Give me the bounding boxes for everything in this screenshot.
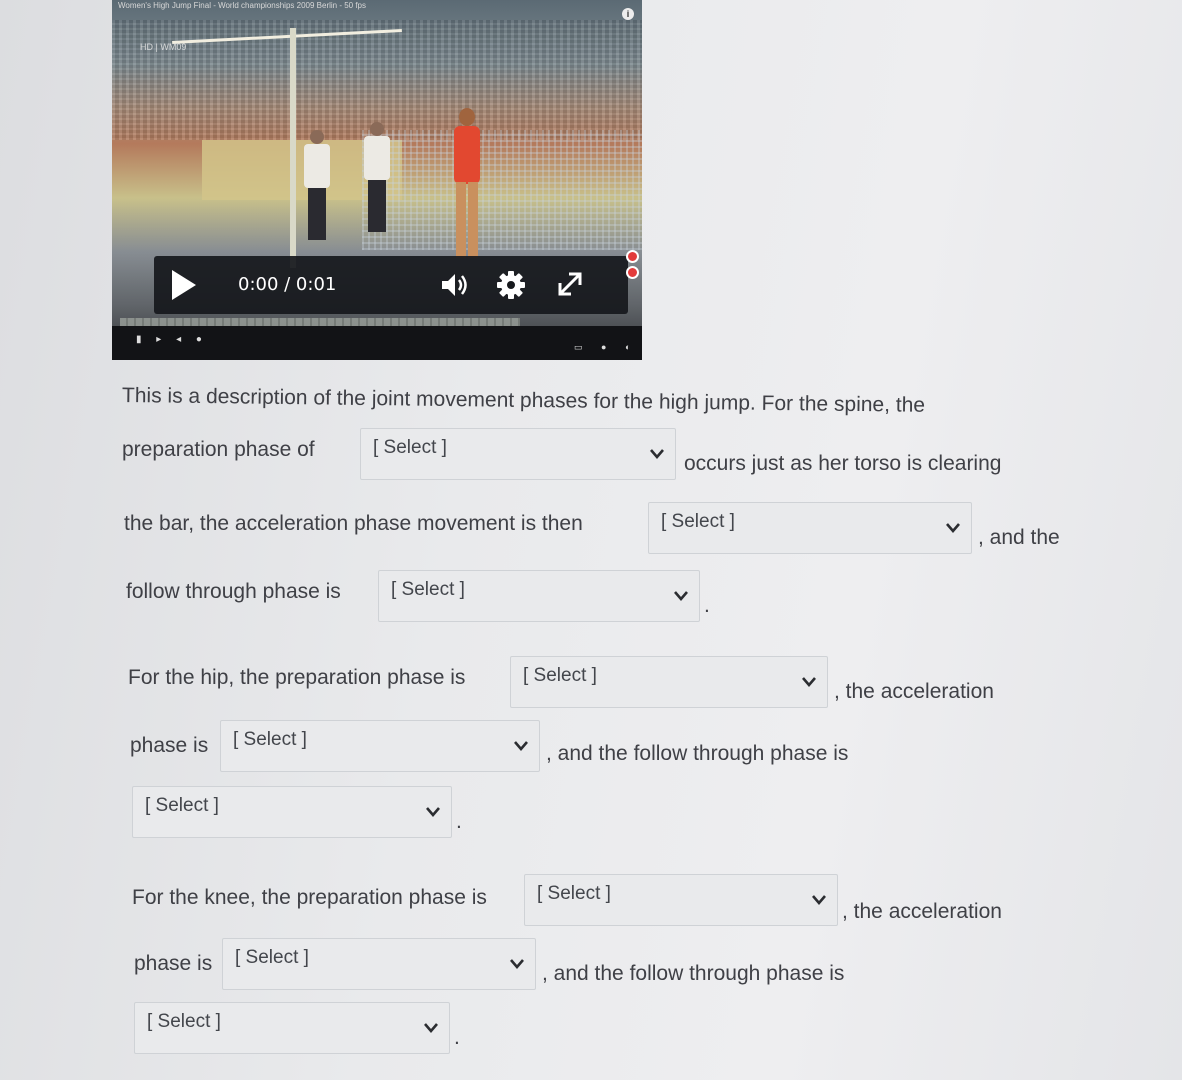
question-text: , the acceleration: [834, 680, 994, 703]
fullscreen-icon[interactable]: [554, 268, 586, 300]
spine-preparation-select[interactable]: [ Select ]: [360, 428, 676, 480]
chevron-down-icon: [812, 895, 826, 905]
toolbar-right-icons[interactable]: ▭ ● ◐: [574, 342, 638, 353]
knee-preparation-select[interactable]: [ Select ]: [524, 874, 838, 926]
question-text: , and the follow through phase is: [546, 742, 849, 765]
knee-follow-through-select[interactable]: [ Select ]: [134, 1002, 450, 1054]
chevron-down-icon: [650, 449, 664, 459]
question-text: the bar, the acceleration phase movement…: [124, 512, 583, 535]
question-text: follow through phase is: [126, 580, 341, 603]
hd-badge: HD | WM09: [140, 42, 187, 52]
official-figure: [362, 122, 392, 232]
question-text: occurs just as her torso is clearing: [684, 452, 1002, 475]
select-label: [ Select ]: [391, 579, 465, 600]
spine-acceleration-select[interactable]: [ Select ]: [648, 502, 972, 554]
spine-follow-through-select[interactable]: [ Select ]: [378, 570, 700, 622]
chevron-down-icon: [510, 959, 524, 969]
question-text: , and the: [978, 526, 1060, 549]
hip-preparation-select[interactable]: [ Select ]: [510, 656, 828, 708]
video-player[interactable]: Women's High Jump Final - World champion…: [112, 0, 642, 360]
chevron-down-icon: [802, 677, 816, 687]
knee-acceleration-select[interactable]: [ Select ]: [222, 938, 536, 990]
period: .: [454, 1026, 460, 1049]
question-text: , and the follow through phase is: [542, 962, 845, 985]
period: .: [704, 594, 710, 617]
bottom-toolbar: ▮ ▸ ◂ ● ▭ ● ◐: [112, 326, 642, 360]
side-panel: [598, 244, 642, 334]
video-controls: 0:00 / 0:01: [154, 256, 628, 314]
select-label: [ Select ]: [233, 729, 307, 750]
play-icon[interactable]: [172, 270, 196, 300]
video-timeline[interactable]: [120, 318, 520, 326]
question-text: For the knee, the preparation phase is: [132, 886, 487, 909]
question-line-1: This is a description of the joint movem…: [121, 384, 926, 417]
select-label: [ Select ]: [145, 795, 219, 816]
select-label: [ Select ]: [235, 947, 309, 968]
question-text: phase is: [134, 952, 213, 975]
info-icon[interactable]: i: [622, 8, 634, 20]
question-text: For the hip, the preparation phase is: [128, 666, 466, 689]
landing-area: [362, 130, 642, 250]
time-display: 0:00 / 0:01: [238, 274, 337, 295]
select-label: [ Select ]: [523, 665, 597, 686]
record-indicator-icon: [626, 250, 639, 263]
question-text: preparation phase of: [122, 438, 315, 461]
question-text: , the acceleration: [842, 900, 1002, 923]
chevron-down-icon: [426, 807, 440, 817]
high-jump-standard: [290, 28, 296, 268]
select-label: [ Select ]: [373, 437, 447, 458]
official-figure: [302, 130, 332, 240]
chevron-down-icon: [946, 523, 960, 533]
chevron-down-icon: [514, 741, 528, 751]
volume-icon[interactable]: [440, 271, 470, 299]
select-label: [ Select ]: [537, 883, 611, 904]
hip-follow-through-select[interactable]: [ Select ]: [132, 786, 452, 838]
hip-acceleration-select[interactable]: [ Select ]: [220, 720, 540, 772]
select-label: [ Select ]: [661, 511, 735, 532]
period: .: [456, 810, 462, 833]
video-title: Women's High Jump Final - World champion…: [118, 1, 367, 10]
chevron-down-icon: [674, 591, 688, 601]
question-text: phase is: [130, 734, 209, 757]
select-label: [ Select ]: [147, 1011, 221, 1032]
record-indicator-icon: [626, 266, 639, 279]
gear-icon[interactable]: [496, 270, 526, 300]
playback-toolbar-icons[interactable]: ▮ ▸ ◂ ●: [136, 334, 208, 345]
athlete-figure: [450, 108, 484, 258]
chevron-down-icon: [424, 1023, 438, 1033]
